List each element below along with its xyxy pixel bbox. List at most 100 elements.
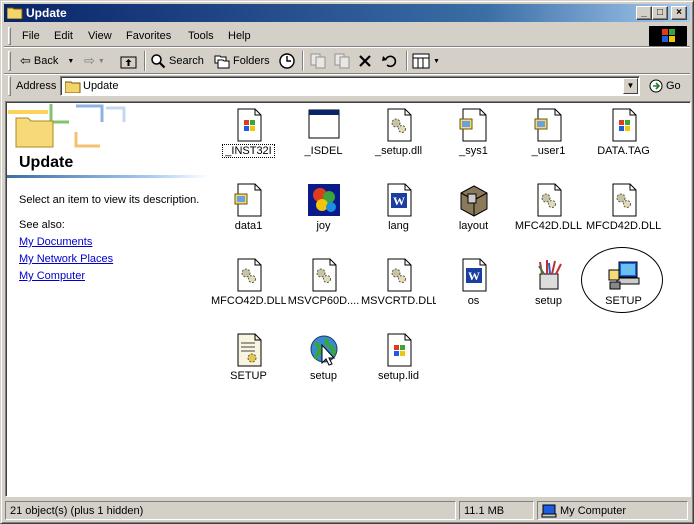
- file-item[interactable]: SETUP: [211, 330, 286, 400]
- menu-view[interactable]: View: [88, 30, 112, 42]
- file-label: _setup.dll: [374, 145, 423, 157]
- window-title: Update: [26, 6, 67, 20]
- file-item[interactable]: setup.lid: [361, 330, 436, 400]
- explorer-window: Update _ □ × File Edit View Favorites To…: [0, 0, 694, 524]
- globe-cursor-icon: [310, 335, 338, 366]
- folder-icon: [65, 81, 81, 93]
- menu-edit[interactable]: Edit: [54, 30, 73, 42]
- file-label: MFCD42D.DLL: [586, 220, 661, 232]
- undo-button[interactable]: [382, 52, 398, 70]
- copy-to-icon: [334, 53, 350, 69]
- web-view-pane: Update Select an item to view its descri…: [6, 102, 211, 496]
- windows-file-icon: [612, 108, 637, 142]
- link-my-computer[interactable]: My Computer: [19, 270, 85, 282]
- menu-tools[interactable]: Tools: [188, 30, 214, 42]
- file-item[interactable]: _setup.dll: [361, 105, 436, 175]
- file-label: joy: [316, 220, 331, 232]
- status-zone: My Computer: [537, 501, 688, 520]
- app-window-icon: [308, 109, 340, 139]
- file-item[interactable]: DATA.TAG: [586, 105, 661, 175]
- file-label: data1: [234, 220, 263, 232]
- up-folder-icon: [120, 56, 137, 68]
- maximize-button[interactable]: □: [652, 6, 668, 20]
- file-item[interactable]: MSVCRTD.DLL: [361, 255, 436, 325]
- file-item[interactable]: W os: [436, 255, 511, 325]
- status-object-count: 21 object(s) (plus 1 hidden): [5, 501, 456, 520]
- history-icon: [279, 53, 295, 69]
- file-label: _ISDEL: [304, 145, 343, 157]
- file-item[interactable]: setup: [511, 255, 586, 325]
- file-item[interactable]: data1: [211, 180, 286, 250]
- link-my-documents[interactable]: My Documents: [19, 236, 92, 248]
- file-item[interactable]: joy: [286, 180, 361, 250]
- file-item[interactable]: layout: [436, 180, 511, 250]
- forward-button[interactable]: ⇨ ▼: [84, 52, 105, 70]
- file-label: setup.lid: [378, 370, 419, 382]
- toolbar-grip[interactable]: [8, 76, 11, 96]
- link-my-network-places[interactable]: My Network Places: [19, 253, 113, 265]
- description-text: Select an item to view its description.: [19, 194, 200, 206]
- delete-button[interactable]: [358, 52, 372, 70]
- move-to-button[interactable]: [310, 52, 326, 70]
- file-item[interactable]: W lang: [361, 180, 436, 250]
- my-computer-icon: [541, 504, 557, 518]
- undo-icon: [382, 55, 397, 68]
- menu-help[interactable]: Help: [228, 30, 251, 42]
- file-item[interactable]: _sys1: [436, 105, 511, 175]
- file-label: MFC42D.DLL: [514, 220, 583, 232]
- menu-favorites[interactable]: Favorites: [126, 30, 171, 42]
- cube-box-icon: [460, 185, 488, 217]
- toolbar-grip[interactable]: [8, 27, 11, 45]
- title-bar[interactable]: Update _ □ ×: [4, 4, 690, 22]
- address-input[interactable]: Update ▼: [60, 76, 640, 96]
- file-item[interactable]: setup: [286, 330, 361, 400]
- views-button[interactable]: ▼: [412, 52, 440, 70]
- file-label: _user1: [531, 145, 566, 157]
- go-arrow-icon: [649, 79, 663, 93]
- file-label: lang: [388, 220, 409, 232]
- chevron-down-icon: ▼: [626, 81, 635, 90]
- toolbar-separator: [406, 51, 408, 71]
- folder-title: Update: [19, 154, 74, 171]
- status-bar: 21 object(s) (plus 1 hidden) 11.1 MB My …: [4, 500, 690, 521]
- file-item[interactable]: MSVCP60D....: [286, 255, 361, 325]
- history-button[interactable]: [278, 52, 296, 70]
- address-dropdown-button[interactable]: ▼: [623, 78, 638, 94]
- close-button[interactable]: ×: [671, 6, 687, 20]
- copy-to-button[interactable]: [334, 52, 350, 70]
- file-label: SETUP: [230, 370, 267, 382]
- go-button[interactable]: Go: [649, 79, 681, 93]
- exe-window-icon: [237, 108, 262, 142]
- file-item[interactable]: _INST32I: [211, 105, 286, 175]
- toolbar-grip[interactable]: [8, 51, 11, 71]
- chevron-down-icon: ▼: [67, 57, 75, 65]
- folder-icon: [7, 7, 23, 19]
- folder-view[interactable]: Update Select an item to view its descri…: [5, 101, 691, 497]
- search-button[interactable]: Search: [150, 52, 204, 70]
- file-item[interactable]: _ISDEL: [286, 105, 361, 175]
- word-document-icon: W: [462, 258, 487, 292]
- forward-arrow-icon: ⇨: [84, 53, 95, 68]
- minimize-button[interactable]: _: [636, 6, 652, 20]
- file-label: MSVCRTD.DLL: [361, 295, 436, 307]
- folders-icon: [214, 55, 230, 69]
- address-bar: Address Update ▼ Go: [4, 75, 690, 99]
- chevron-down-icon: ▼: [433, 57, 440, 65]
- search-icon: [151, 54, 166, 69]
- dll-gear-icon: [312, 258, 337, 292]
- address-value: Update: [83, 80, 119, 92]
- file-item[interactable]: MFC42D.DLL: [511, 180, 586, 250]
- dll-gear-icon: [537, 183, 562, 217]
- up-folder-button[interactable]: [120, 52, 137, 70]
- svg-text:W: W: [393, 194, 405, 208]
- dll-gear-icon: [612, 183, 637, 217]
- menu-file[interactable]: File: [22, 30, 40, 42]
- file-item[interactable]: _user1: [511, 105, 586, 175]
- file-item[interactable]: MFCD42D.DLL: [586, 180, 661, 250]
- back-button[interactable]: ⇦ Back ▼: [20, 52, 74, 70]
- file-item[interactable]: MFCO42D.DLL: [211, 255, 286, 325]
- file-label: os: [467, 295, 480, 307]
- folders-button[interactable]: Folders: [214, 52, 270, 70]
- file-label: layout: [458, 220, 489, 232]
- search-label: Search: [169, 55, 204, 67]
